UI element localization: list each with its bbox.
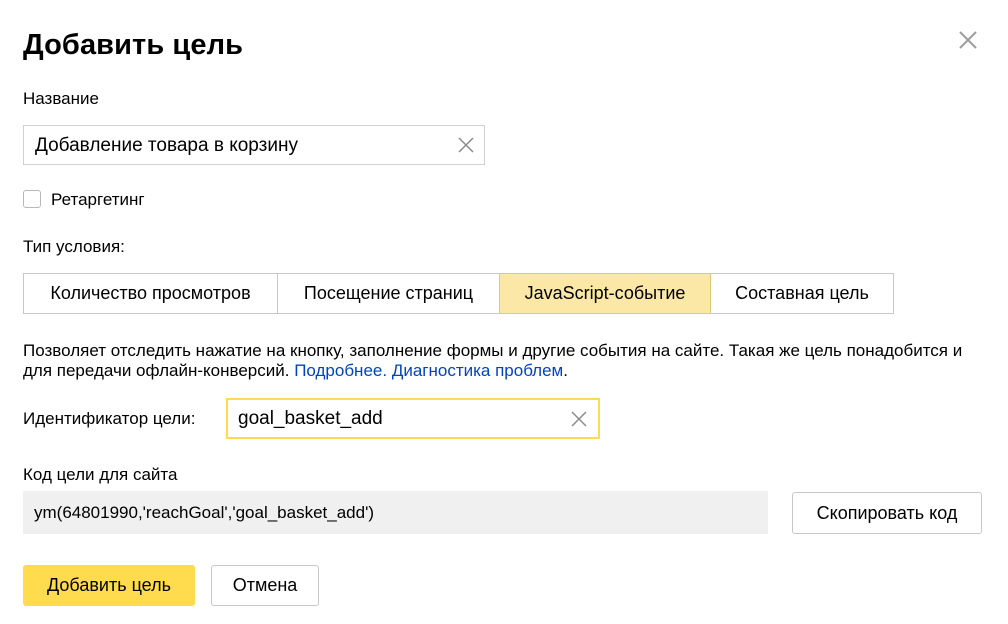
tab-javascript-event[interactable]: JavaScript-событие [499,274,711,313]
retargeting-label: Ретаргетинг [51,190,145,209]
name-label: Название [23,89,99,108]
retargeting-checkbox[interactable] [23,190,41,208]
diagnostics-link[interactable]: Диагностика проблем [392,361,563,380]
add-goal-dialog: Добавить цель Название Добавление товара… [0,0,1008,624]
clear-icon[interactable] [570,410,588,428]
close-icon[interactable] [954,26,984,56]
goal-id-input[interactable]: goal_basket_add [226,398,600,439]
more-link[interactable]: Подробнее. [294,361,387,380]
condition-type-tabs: Количество просмотров Посещение страниц … [23,273,894,314]
tab-views-count[interactable]: Количество просмотров [24,274,277,313]
cancel-button[interactable]: Отмена [211,565,319,606]
condition-type-label: Тип условия: [23,237,125,256]
clear-icon[interactable] [457,136,475,154]
goal-code-text: ym(64801990,'reachGoal','goal_basket_add… [34,503,374,522]
condition-description: Позволяет отследить нажатие на кнопку, з… [23,341,983,381]
add-goal-button[interactable]: Добавить цель [23,565,195,606]
tab-page-visit[interactable]: Посещение страниц [277,274,499,313]
goal-code-label: Код цели для сайта [23,465,178,484]
dialog-title: Добавить цель [23,29,244,61]
copy-code-button[interactable]: Скопировать код [792,492,982,534]
description-trailing: . [563,361,568,380]
goal-id-value: goal_basket_add [238,408,383,429]
goal-name-input[interactable]: Добавление товара в корзину [23,125,485,165]
goal-code-box: ym(64801990,'reachGoal','goal_basket_add… [23,491,768,534]
tab-composite-goal[interactable]: Составная цель [711,274,893,313]
goal-id-label: Идентификатор цели: [23,409,196,428]
goal-name-value: Добавление товара в корзину [35,135,298,156]
